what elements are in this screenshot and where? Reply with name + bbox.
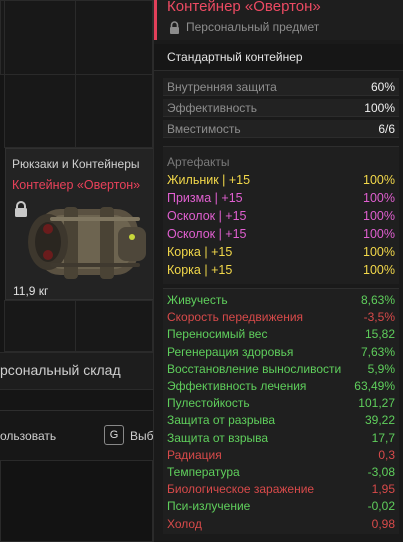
artifact-efficiency: 100% [363, 263, 395, 277]
artifact-row: Призма | +15 100% [163, 190, 399, 207]
property-row: Восстановление выносливости 5,9% [163, 361, 399, 378]
stat-row: Внутренняя защита 60% [163, 78, 399, 96]
stat-row: Вместимость 6/6 [163, 120, 399, 138]
property-row: Эффективность лечения 63,49% [163, 378, 399, 395]
property-label: Живучесть [167, 293, 228, 307]
lock-icon [170, 21, 179, 34]
property-label: Защита от разрыва [167, 413, 276, 428]
property-value: -3,08 [367, 465, 395, 479]
artifact-row: Корка | +15 100% [163, 244, 399, 261]
property-row: Температура -3,08 [163, 464, 399, 481]
property-row: Защита от разрыва 39,22 [163, 412, 399, 429]
artifact-efficiency: 100% [363, 245, 395, 259]
stat-row: Эффективность 100% [163, 99, 399, 117]
property-row: Пси-излучение -0,02 [163, 498, 399, 515]
select-key-hint: G [104, 425, 124, 445]
stat-value: 100% [364, 101, 395, 115]
artifact-name: Осколок | +15 [167, 227, 247, 241]
property-label: Радиация [167, 447, 222, 462]
property-value: 7,63% [360, 344, 395, 359]
property-row: Скорость передвижения -3,5% [163, 309, 399, 326]
property-value: 15,82 [364, 327, 395, 342]
artifact-row: Корка | +15 100% [163, 262, 399, 279]
property-label: Скорость передвижения [167, 310, 304, 325]
personal-storage-label: рсональный склад [0, 362, 121, 378]
property-value: 63,49% [354, 379, 395, 393]
property-value: 39,22 [364, 413, 395, 428]
property-row: Радиация 0,3 [163, 447, 399, 464]
property-label: Эффективность лечения [167, 379, 307, 393]
stat-label: Эффективность [167, 101, 258, 115]
property-value: 0,98 [371, 516, 395, 531]
property-value: -0,02 [367, 499, 395, 514]
property-label: Переносимый вес [167, 327, 268, 342]
property-label: Регенерация здоровья [167, 344, 294, 359]
inventory-slot[interactable] [75, 300, 153, 352]
property-row: Регенерация здоровья 7,63% [163, 344, 399, 361]
artifact-row: Осколок | +15 100% [163, 208, 399, 225]
personal-storage-tab[interactable]: рсональный склад [0, 352, 160, 390]
property-row: Живучесть 8,63% [163, 292, 399, 309]
artifact-name: Осколок | +15 [167, 209, 247, 223]
property-value: 17,7 [371, 430, 395, 445]
property-label: Холод [167, 516, 202, 531]
stat-value: 60% [370, 80, 395, 94]
property-row: Защита от взрыва 17,7 [163, 430, 399, 447]
property-value: 0,3 [378, 447, 395, 462]
property-label: Восстановление выносливости [167, 361, 342, 376]
property-label: Защита от взрыва [167, 430, 269, 445]
inventory-slot[interactable] [75, 0, 153, 75]
property-value: 1,95 [371, 482, 395, 497]
property-label: Пулестойкость [167, 396, 250, 411]
tooltip-title: Контейнер «Овертон» [167, 0, 321, 15]
property-row: Переносимый вес 15,82 [163, 326, 399, 343]
item-category: Рюкзаки и Контейнеры [12, 157, 140, 171]
item-name: Контейнер «Овертон» [12, 178, 141, 192]
property-row: Биологическое заражение 1,95 [163, 481, 399, 498]
tooltip-header: Контейнер «Овертон» Персональный предмет [154, 0, 403, 40]
property-value: -3,5% [363, 310, 395, 325]
actions-bar: ользовать G Выб [0, 410, 160, 460]
item-tooltip: Контейнер «Овертон» Персональный предмет… [153, 0, 403, 542]
artifact-name: Призма | +15 [167, 191, 243, 205]
artifact-row: Жильник | +15 100% [163, 172, 399, 189]
artifact-efficiency: 100% [363, 191, 395, 205]
artifact-efficiency: 100% [363, 173, 395, 187]
lock-icon [15, 201, 27, 217]
item-type-row: Стандартный контейнер [154, 44, 403, 71]
property-row: Холод 0,98 [163, 516, 399, 533]
item-card[interactable]: Рюкзаки и Контейнеры Контейнер «Овертон»… [5, 148, 157, 300]
artifact-name: Жильник | +15 [167, 173, 251, 187]
select-button[interactable]: Выб [130, 429, 154, 443]
property-value: 8,63% [360, 293, 395, 307]
artifact-name: Корка | +15 [167, 263, 233, 277]
inventory-slot[interactable] [4, 300, 76, 352]
artifacts-header: Артефакты [167, 155, 230, 169]
property-value: 5,9% [367, 361, 395, 376]
property-label: Биологическое заражение [167, 482, 315, 497]
artifact-name: Корка | +15 [167, 245, 233, 259]
property-label: Температура [167, 465, 240, 479]
artifact-efficiency: 100% [363, 209, 395, 223]
inventory-slot[interactable] [4, 74, 76, 148]
use-button[interactable]: ользовать [0, 429, 56, 443]
stat-label: Внутренняя защита [167, 80, 277, 94]
inventory-slot[interactable] [4, 0, 76, 75]
artifact-efficiency: 100% [363, 227, 395, 241]
stat-label: Вместимость [167, 122, 241, 136]
property-value: 101,27 [358, 396, 395, 411]
property-label: Пси-излучение [167, 499, 251, 514]
inventory-slot[interactable] [75, 74, 153, 148]
item-type: Стандартный контейнер [167, 50, 303, 64]
item-weight: 11,9 кг [13, 284, 49, 298]
property-row: Пулестойкость 101,27 [163, 395, 399, 412]
container-item-icon [28, 207, 146, 279]
inventory-slot [0, 460, 153, 542]
stat-value: 6/6 [378, 122, 395, 136]
artifact-row: Осколок | +15 100% [163, 226, 399, 243]
tooltip-subtitle: Персональный предмет [186, 20, 320, 34]
tooltip-accent-bar [154, 0, 157, 40]
